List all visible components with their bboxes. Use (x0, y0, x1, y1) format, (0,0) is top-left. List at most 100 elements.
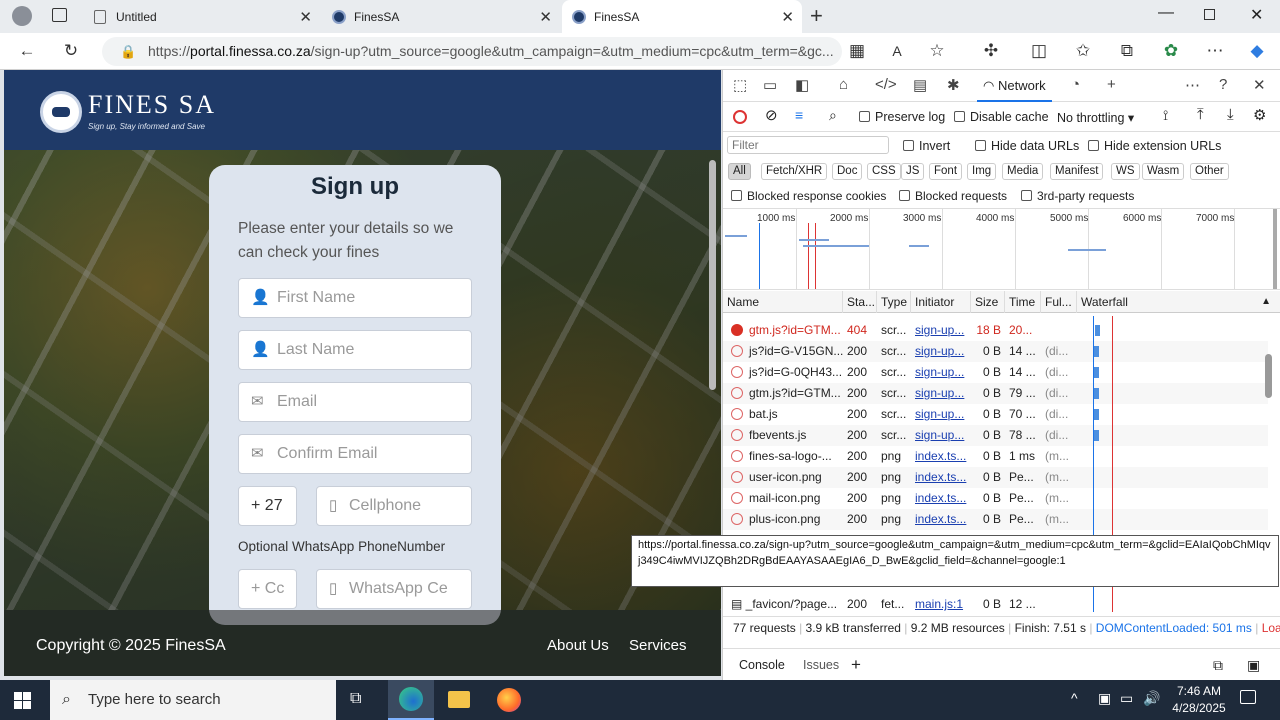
column-size[interactable]: Size (971, 291, 1005, 313)
extensions-icon[interactable]: ✣ (980, 41, 1002, 61)
request-initiator[interactable]: index.ts... (911, 467, 971, 488)
network-overview-timeline[interactable]: 1000 ms 2000 ms 3000 ms 4000 ms 5000 ms … (723, 208, 1280, 290)
request-row[interactable]: fbevents.js 200 scr... sign-up... 0 B 78 ... (… (723, 425, 1268, 446)
console-panel-icon[interactable]: ▤ (913, 76, 927, 94)
request-initiator[interactable]: sign-up... (911, 362, 971, 383)
firefox-icon[interactable] (497, 688, 521, 712)
hide-extension-urls-checkbox[interactable]: Hide extension URLs (1088, 139, 1221, 153)
reload-icon[interactable]: ↻ (60, 41, 82, 61)
close-devtools-icon[interactable]: ✕ (1253, 76, 1266, 94)
task-view-icon[interactable]: ⧉ (350, 690, 361, 708)
type-filter-all[interactable]: All (728, 163, 751, 180)
blocked-response-cookies-checkbox[interactable]: Blocked response cookies (731, 189, 886, 203)
type-filter-other[interactable]: Other (1190, 163, 1229, 180)
type-filter-manifest[interactable]: Manifest (1050, 163, 1104, 180)
file-explorer-icon[interactable] (448, 691, 470, 708)
request-row[interactable]: gtm.js?id=GTM... 404 scr... sign-up... 18 B 2… (723, 320, 1268, 341)
tab-finessa-active[interactable]: FinesSA ✕ (562, 0, 802, 33)
split-screen-icon[interactable]: ◫ (1028, 41, 1050, 61)
favorites-icon[interactable]: ✩ (1072, 41, 1094, 61)
column-name[interactable]: Name (723, 291, 843, 313)
system-clock[interactable]: 7:46 AM 4/28/2025 (1168, 683, 1230, 717)
search-icon[interactable]: ⌕ (829, 107, 837, 124)
invert-checkbox[interactable]: Invert (903, 139, 950, 153)
notification-icon[interactable] (1240, 690, 1256, 704)
export-har-icon[interactable]: ⤓ (1227, 106, 1234, 123)
blocked-requests-checkbox[interactable]: Blocked requests (899, 189, 1007, 203)
country-code-field[interactable]: + 27 (238, 486, 297, 526)
type-filter-font[interactable]: Font (929, 163, 963, 180)
devtools-menu-icon[interactable]: ⋯ (1185, 76, 1200, 94)
start-button[interactable] (14, 692, 31, 709)
column-fulfilled[interactable]: Ful... (1041, 291, 1077, 313)
request-initiator[interactable]: sign-up... (911, 383, 971, 404)
device-toolbar-icon[interactable]: ▭ (763, 76, 777, 94)
help-icon[interactable]: ? (1219, 76, 1227, 93)
dock-icon[interactable]: ◧ (795, 76, 809, 94)
elements-icon[interactable]: </> (875, 76, 897, 93)
request-initiator[interactable]: main.js:1 (911, 594, 971, 615)
type-filter-css[interactable]: CSS (867, 163, 901, 180)
drawer-add-icon[interactable]: + (851, 649, 861, 681)
lock-icon[interactable]: 🔒 (120, 37, 136, 66)
column-waterfall[interactable]: Waterfall ▲ (1077, 291, 1280, 313)
column-status[interactable]: Sta... (843, 291, 877, 313)
throttling-select[interactable]: No throttling ▾ (1057, 110, 1134, 125)
filter-icon[interactable]: ≡ (795, 107, 803, 123)
disable-cache-checkbox[interactable]: Disable cache (954, 110, 1049, 124)
whatsapp-field[interactable]: ▯ WhatsApp Ce (316, 569, 472, 609)
close-window-button[interactable]: ✕ (1250, 5, 1263, 25)
type-filter-fetch[interactable]: Fetch/XHR (761, 163, 828, 180)
network-settings-icon[interactable]: ⚙ (1253, 106, 1266, 124)
request-initiator[interactable]: sign-up... (911, 425, 971, 446)
whatsapp-code-field[interactable]: + Cc (238, 569, 297, 609)
request-initiator[interactable]: index.ts... (911, 488, 971, 509)
sources-bug-icon[interactable]: ✱ (947, 76, 960, 94)
request-initiator[interactable]: sign-up... (911, 404, 971, 425)
request-initiator[interactable]: sign-up... (911, 341, 971, 362)
last-name-field[interactable]: 👤 Last Name (238, 330, 472, 370)
drawer-tab-console[interactable]: Console (739, 649, 785, 681)
request-row[interactable]: fines-sa-logo-... 200 png index.ts... 0 B 1 m… (723, 446, 1268, 467)
services-link[interactable]: Services (629, 637, 687, 654)
apps-icon[interactable]: ▦ (846, 41, 868, 61)
close-tab-icon[interactable]: ✕ (299, 8, 312, 26)
welcome-icon[interactable]: ⌂ (839, 76, 848, 93)
finessa-logo-icon[interactable] (40, 91, 82, 133)
drawer-close-icon[interactable]: ▣ (1247, 649, 1260, 681)
filter-input[interactable]: Filter (727, 136, 889, 154)
network-tray-icon[interactable]: ▣ (1098, 690, 1111, 707)
favorite-star-icon[interactable]: ☆ (926, 41, 948, 61)
volume-icon[interactable]: 🔊 (1143, 690, 1160, 707)
request-row[interactable]: mail-icon.png 200 png index.ts... 0 B Pe... (m… (723, 488, 1268, 509)
request-row[interactable]: plus-icon.png 200 png index.ts... 0 B Pe... (m… (723, 509, 1268, 530)
drawer-tab-issues[interactable]: Issues (803, 649, 839, 681)
request-row[interactable]: js?id=G-0QH43... 200 scr... sign-up... 0 B 14… (723, 362, 1268, 383)
request-row[interactable]: bat.js 200 scr... sign-up... 0 B 70 ... (di... (723, 404, 1268, 425)
url-bar[interactable]: 🔒 https://portal.finessa.co.za/sign-up?u… (102, 37, 842, 66)
tab-finessa-1[interactable]: FinesSA ✕ (322, 0, 560, 33)
profile-avatar[interactable] (12, 6, 32, 26)
request-row[interactable]: ▤ _favicon/?page... 200 fet... main.js:1… (723, 594, 1268, 615)
request-row[interactable]: js?id=G-V15GN... 200 scr... sign-up... 0 B 14… (723, 341, 1268, 362)
clear-icon[interactable]: ⊘ (765, 106, 778, 124)
close-tab-icon[interactable]: ✕ (539, 8, 552, 26)
type-filter-doc[interactable]: Doc (832, 163, 863, 180)
third-party-checkbox[interactable]: 3rd-party requests (1021, 189, 1134, 203)
request-row[interactable]: gtm.js?id=GTM... 200 scr... sign-up... 0 B 79… (723, 383, 1268, 404)
type-filter-wasm[interactable]: Wasm (1142, 163, 1185, 180)
more-panels-icon[interactable]: + (1107, 76, 1116, 93)
request-initiator[interactable]: index.ts... (911, 446, 971, 467)
column-type[interactable]: Type (877, 291, 911, 313)
show-hidden-icons[interactable]: ^ (1071, 690, 1078, 706)
read-aloud-icon[interactable]: A (886, 41, 908, 61)
minimize-button[interactable]: — (1158, 4, 1174, 22)
cellphone-field[interactable]: ▯ Cellphone (316, 486, 472, 526)
column-time[interactable]: Time (1005, 291, 1041, 313)
tab-untitled[interactable]: Untitled ✕ (84, 0, 320, 33)
type-filter-js[interactable]: JS (901, 163, 925, 180)
performance-panel-icon[interactable]: ◔ (1071, 76, 1080, 93)
type-filter-ws[interactable]: WS (1111, 163, 1140, 180)
inspect-icon[interactable]: ⬚ (733, 76, 747, 94)
request-row[interactable]: user-icon.png 200 png index.ts... 0 B Pe... (m… (723, 467, 1268, 488)
